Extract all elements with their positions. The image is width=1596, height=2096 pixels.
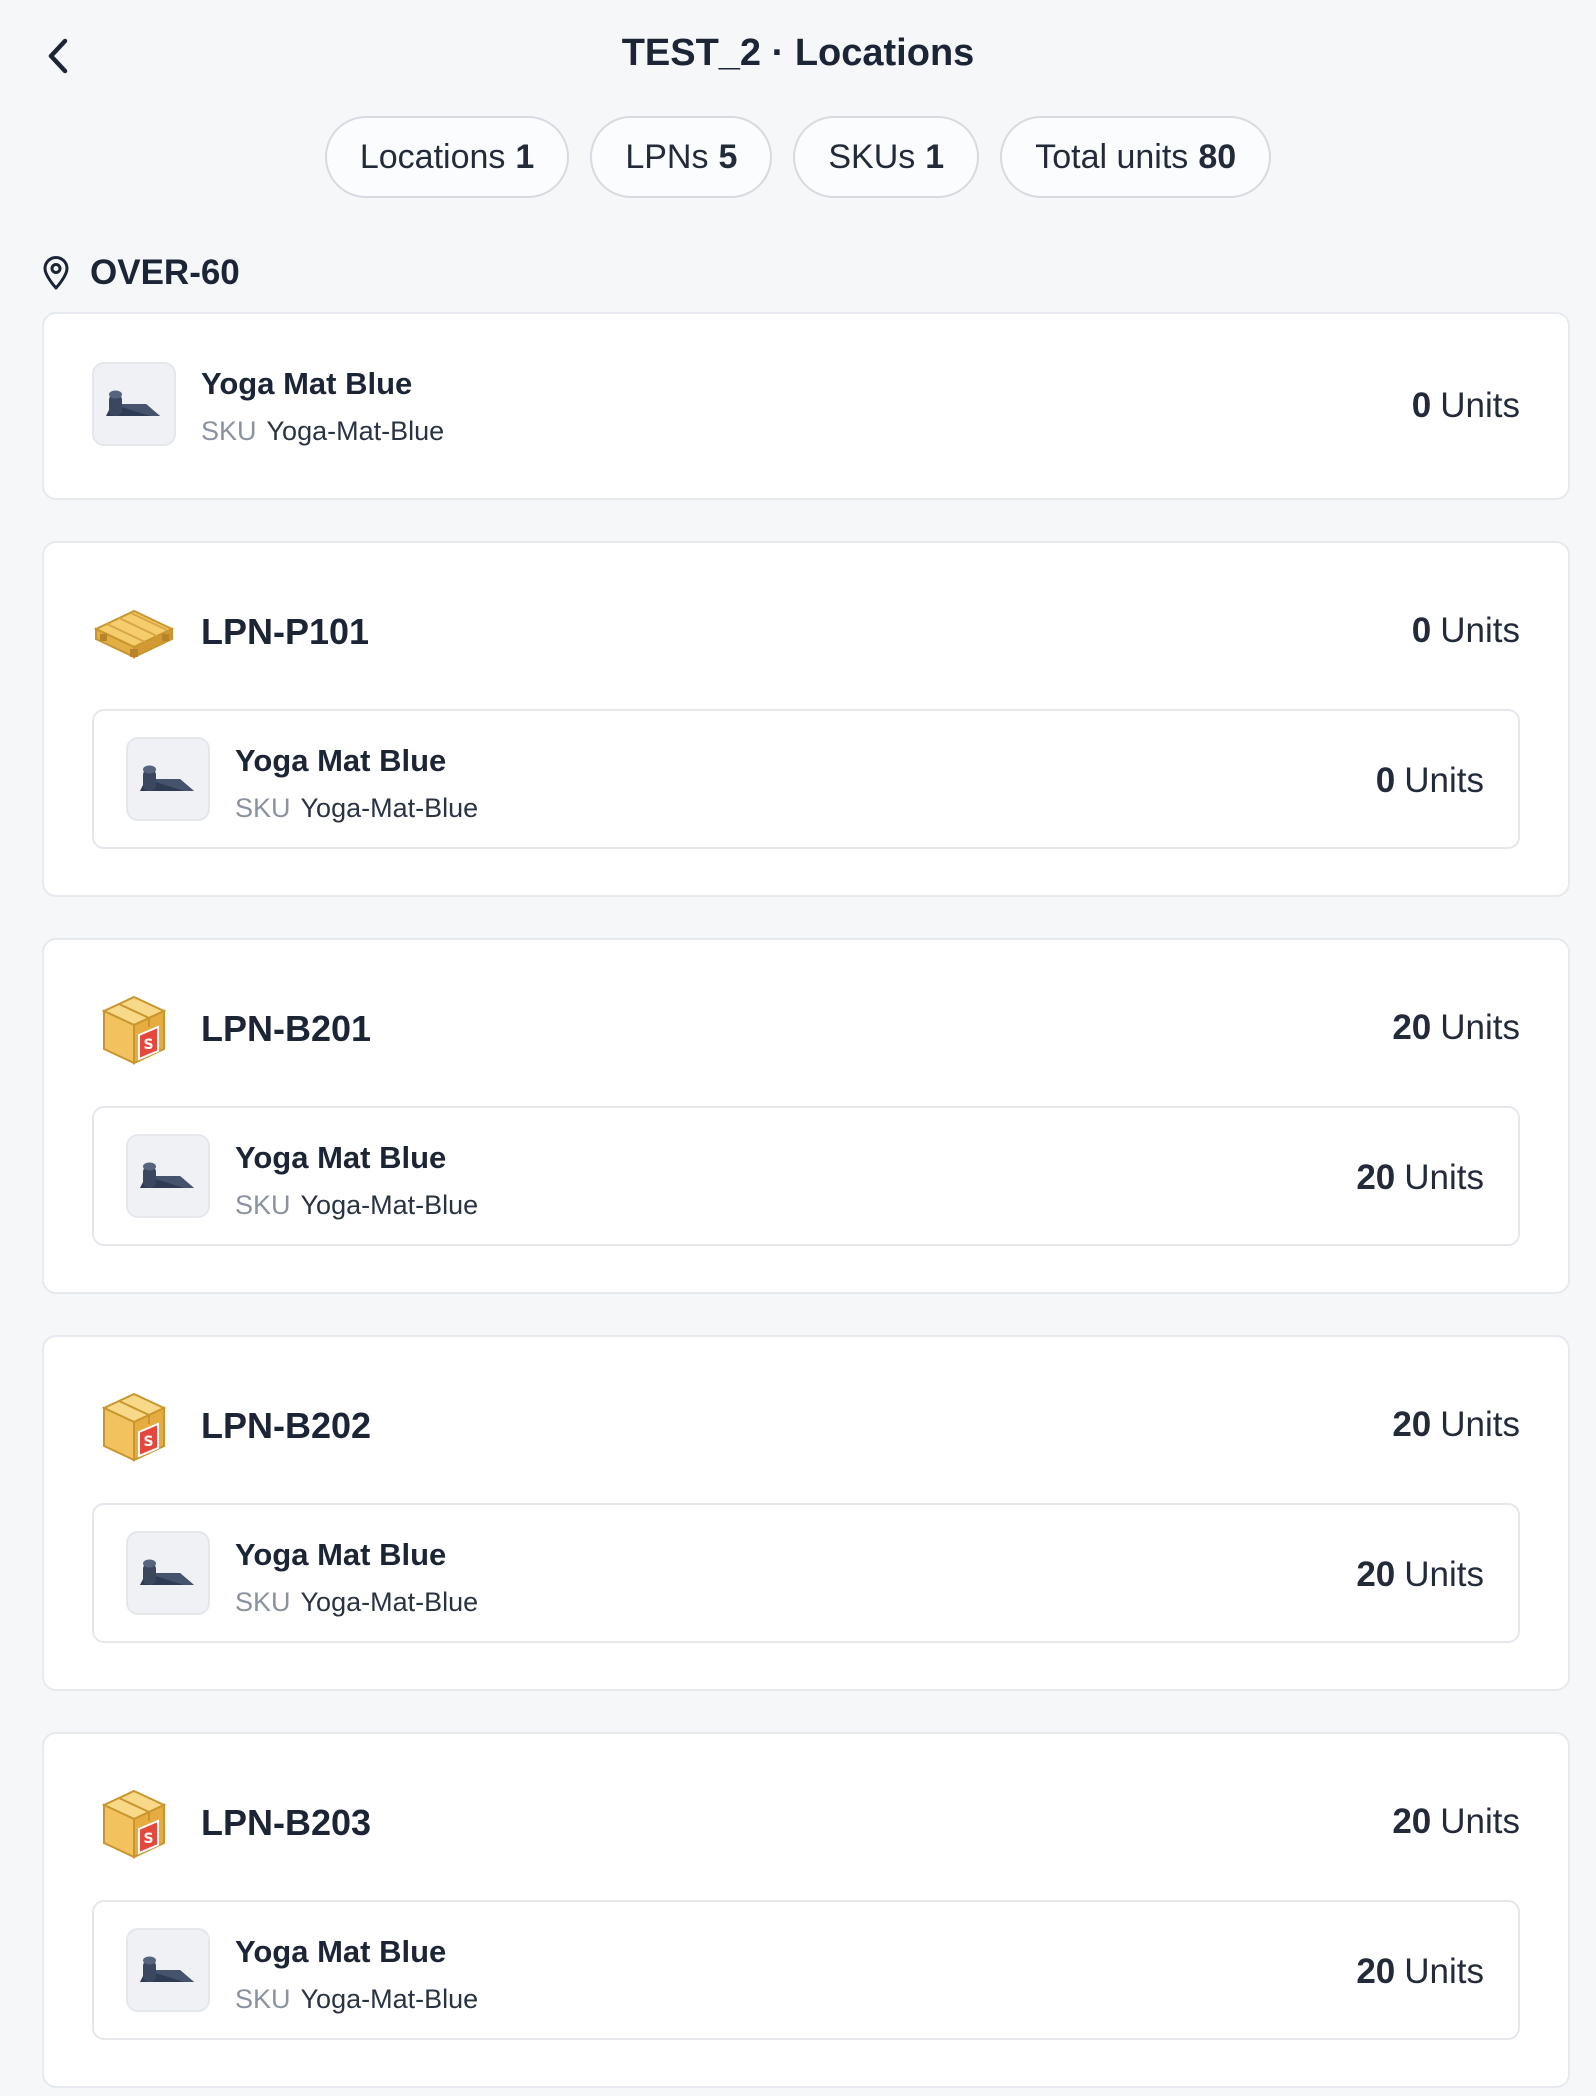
item-units: 20 Units [1356,1952,1484,1992]
sku-value: Yoga-Mat-Blue [300,1984,479,2014]
lpn-units: 0 Units [1412,611,1520,651]
units-label: Units [1404,1158,1484,1197]
lpn-card[interactable]: S LPN-B201 20 Units Yoga Mat Blue SKU Yoga… [42,938,1570,1294]
stat-pill-total-units[interactable]: Total units 80 [1000,116,1272,198]
yoga-mat-icon [140,1956,194,1982]
sku-label: SKU [235,1984,291,2014]
sku-value: Yoga-Mat-Blue [266,416,445,446]
sku-label: SKU [235,793,291,823]
box-icon: S [92,1391,176,1463]
lpn-id: LPN-P101 [201,611,370,652]
loose-item-card[interactable]: Yoga Mat Blue SKU Yoga-Mat-Blue 0 Units [42,312,1570,500]
units-value: 20 [1392,1008,1432,1047]
units-value: 0 [1411,611,1432,650]
item-thumbnail [126,1531,210,1615]
item-thumbnail [126,737,210,821]
units-label: Units [1440,611,1520,650]
units-label: Units [1404,761,1484,800]
svg-text:S: S [143,1434,153,1450]
lpn-card[interactable]: S LPN-B203 20 Units Yoga Mat Blue SKU Yoga… [42,1732,1570,2088]
stat-value: 5 [718,137,738,176]
lpn-units: 20 Units [1392,1802,1520,1842]
item-thumbnail [126,1134,210,1218]
stat-value: 1 [515,137,535,176]
lpn-item-row[interactable]: Yoga Mat Blue SKU Yoga-Mat-Blue 0 Units [92,709,1520,849]
yoga-mat-icon [140,765,194,791]
location-header: OVER-60 [42,248,240,298]
stat-value: 1 [925,137,945,176]
item-units: 0 Units [1412,386,1520,426]
units-label: Units [1440,1802,1520,1841]
stat-value: 80 [1198,137,1237,176]
svg-text:S: S [143,1037,153,1053]
units-value: 20 [1356,1158,1396,1197]
units-label: Units [1404,1555,1484,1594]
units-value: 20 [1356,1952,1396,1991]
lpn-item-row[interactable]: Yoga Mat Blue SKU Yoga-Mat-Blue 20 Units [92,1106,1520,1246]
sku-label: SKU [201,416,257,446]
item-units: 0 Units [1376,761,1484,801]
yoga-mat-icon [140,1162,194,1188]
sku-value: Yoga-Mat-Blue [300,1190,479,1220]
item-sku: SKU Yoga-Mat-Blue [235,793,478,824]
lpn-item-row[interactable]: Yoga Mat Blue SKU Yoga-Mat-Blue 20 Units [92,1900,1520,2040]
stat-label: Total units [1035,137,1189,176]
lpn-units: 20 Units [1392,1405,1520,1445]
item-sku: SKU Yoga-Mat-Blue [235,1190,478,1221]
lpn-id: LPN-B203 [201,1802,372,1843]
top-bar: TEST_2 · Locations [0,0,1596,112]
item-name: Yoga Mat Blue [235,1934,447,1969]
lpn-card[interactable]: S LPN-B202 20 Units Yoga Mat Blue SKU Yoga… [42,1335,1570,1691]
page-title: TEST_2 · Locations [621,32,975,74]
stat-pill-skus[interactable]: SKUs 1 [793,116,980,198]
lpn-id: LPN-B202 [201,1405,372,1446]
lpn-card[interactable]: LPN-P101 0 Units Yoga Mat Blue SKU Yoga-Ma… [42,541,1570,897]
item-thumbnail [92,362,176,446]
item-units: 20 Units [1356,1555,1484,1595]
item-name: Yoga Mat Blue [235,1537,447,1572]
units-label: Units [1440,1405,1520,1444]
units-label: Units [1440,1008,1520,1047]
sku-label: SKU [235,1587,291,1617]
item-name: Yoga Mat Blue [235,743,447,778]
stat-label: SKUs [828,137,916,176]
sku-value: Yoga-Mat-Blue [300,1587,479,1617]
units-label: Units [1404,1952,1484,1991]
units-label: Units [1440,386,1520,425]
units-value: 20 [1392,1802,1432,1841]
box-icon: S [92,1788,176,1860]
stat-pill-lpns[interactable]: LPNs 5 [590,116,773,198]
pallet-icon [92,599,176,671]
yoga-mat-icon [140,1559,194,1585]
stat-label: LPNs [625,137,709,176]
yoga-mat-icon [106,390,160,416]
location-name: OVER-60 [90,253,240,292]
item-sku: SKU Yoga-Mat-Blue [235,1984,478,2015]
lpn-id: LPN-B201 [201,1008,372,1049]
units-value: 0 [1411,386,1432,425]
units-value: 20 [1356,1555,1396,1594]
units-value: 0 [1375,761,1396,800]
item-name: Yoga Mat Blue [201,366,413,401]
item-units: 20 Units [1356,1158,1484,1198]
svg-text:S: S [143,1831,153,1847]
stat-pill-locations[interactable]: Locations 1 [324,116,570,198]
sku-label: SKU [235,1190,291,1220]
item-sku: SKU Yoga-Mat-Blue [201,416,444,447]
stats-bar: Locations 1 LPNs 5 SKUs 1 Total units 80 [0,116,1596,198]
stat-label: Locations [359,137,506,176]
units-value: 20 [1392,1405,1432,1444]
map-pin-icon [43,256,69,290]
lpn-units: 20 Units [1392,1008,1520,1048]
box-icon: S [92,994,176,1066]
sku-value: Yoga-Mat-Blue [300,793,479,823]
item-name: Yoga Mat Blue [235,1140,447,1175]
item-sku: SKU Yoga-Mat-Blue [235,1587,478,1618]
item-thumbnail [126,1928,210,2012]
lpn-item-row[interactable]: Yoga Mat Blue SKU Yoga-Mat-Blue 20 Units [92,1503,1520,1643]
